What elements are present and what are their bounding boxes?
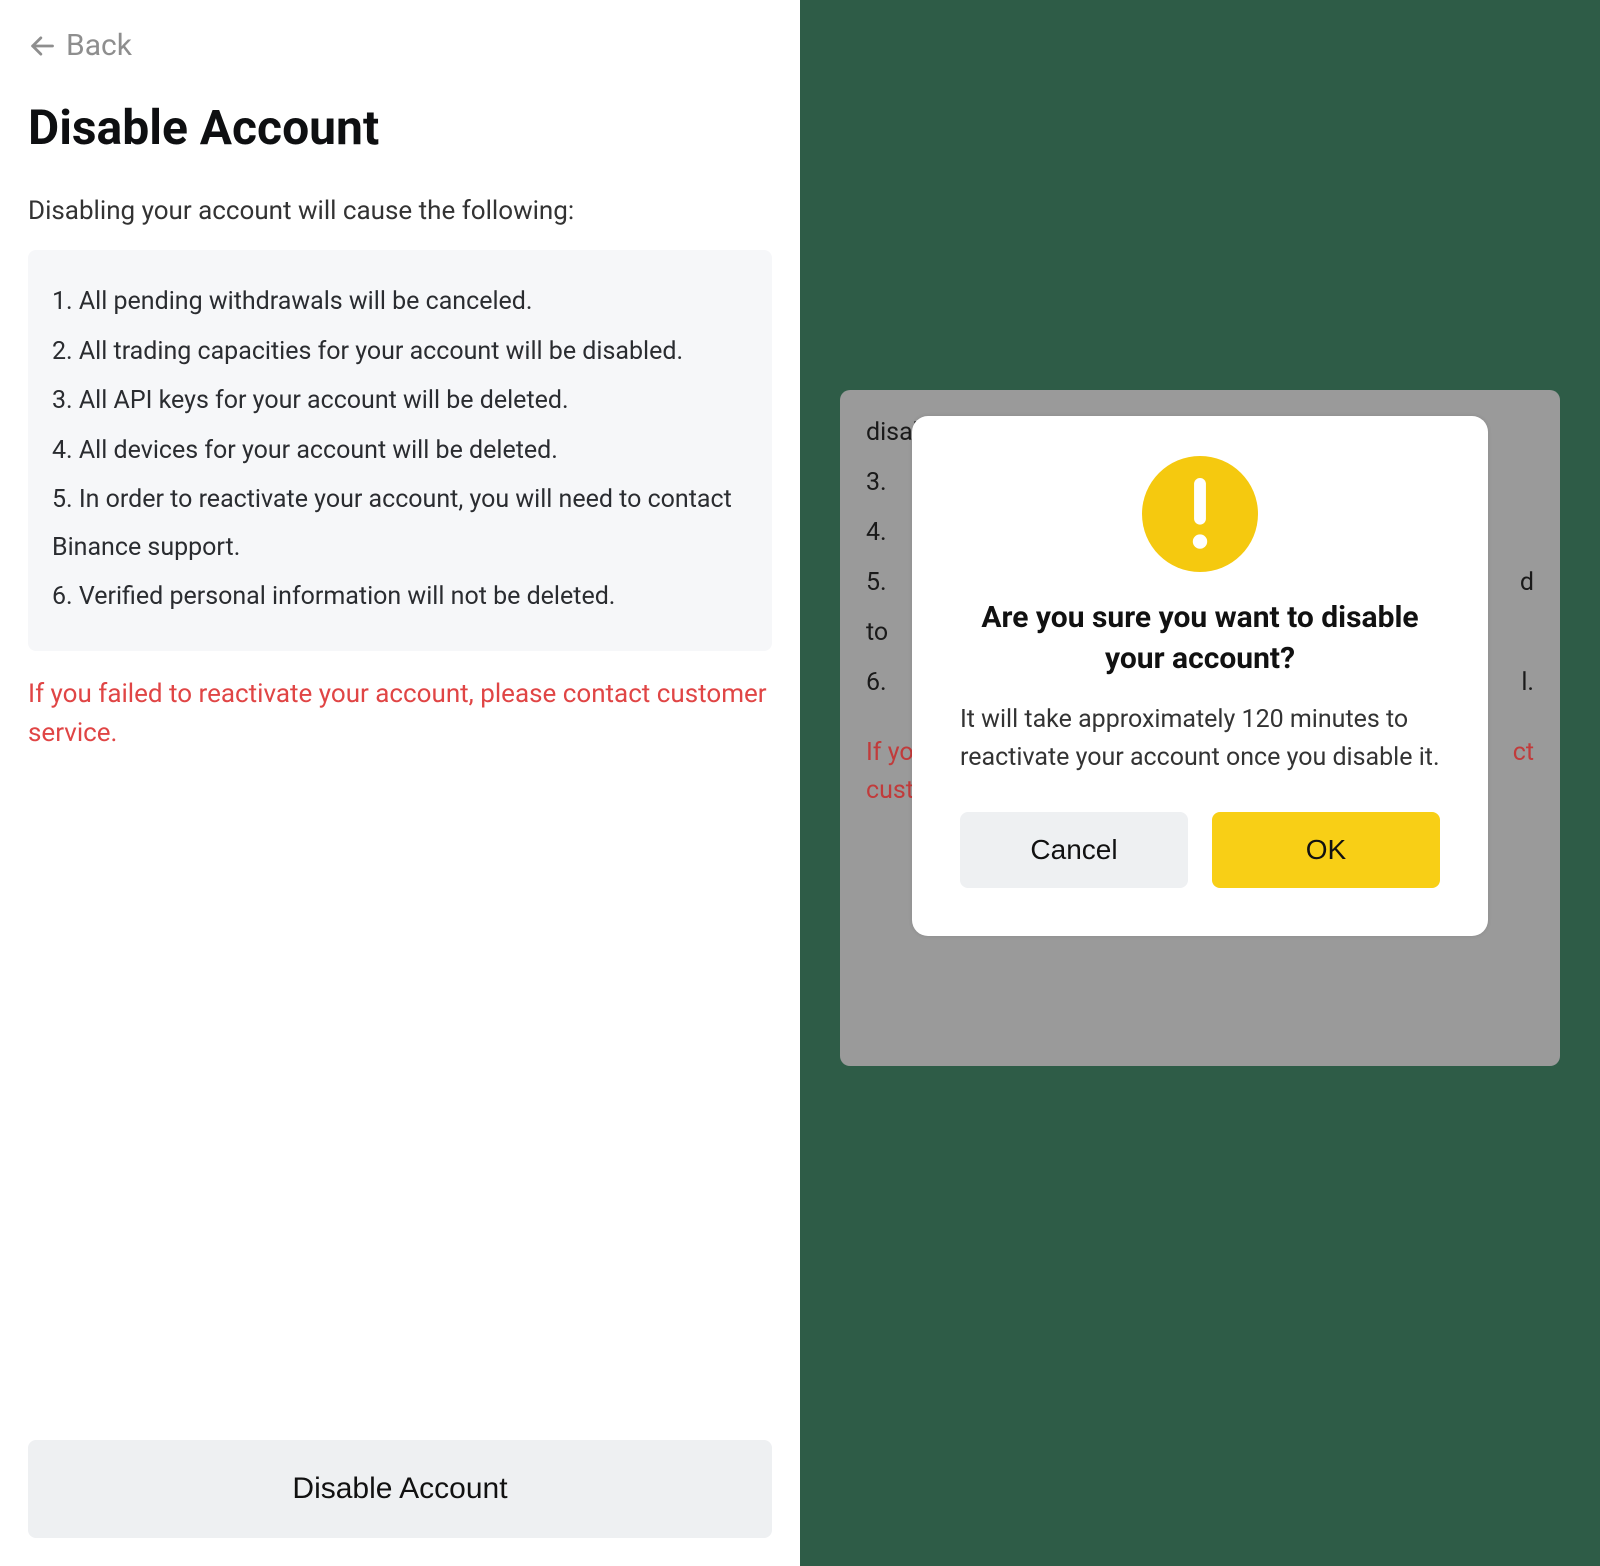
modal-actions: Cancel OK: [960, 812, 1440, 888]
disable-account-button[interactable]: Disable Account: [28, 1440, 772, 1538]
list-item: 5. In order to reactivate your account, …: [52, 476, 748, 571]
behind-text: d: [1520, 558, 1534, 608]
list-item: 3. All API keys for your account will be…: [52, 377, 748, 425]
back-button[interactable]: Back: [28, 28, 132, 63]
modal-title: Are you sure you want to disable your ac…: [960, 598, 1440, 679]
behind-text: 6.: [866, 658, 887, 708]
consequences-box: 1. All pending withdrawals will be cance…: [28, 250, 772, 651]
ok-button[interactable]: OK: [1212, 812, 1440, 888]
disable-account-screen: Back Disable Account Disabling your acco…: [0, 0, 800, 1566]
behind-text: 5.: [866, 558, 887, 608]
behind-text: ct: [1513, 734, 1534, 772]
list-item: 1. All pending withdrawals will be cance…: [52, 278, 748, 326]
behind-text: l.: [1521, 658, 1534, 708]
list-item: 2. All trading capacities for your accou…: [52, 328, 748, 376]
modal-body: It will take approximately 120 minutes t…: [960, 701, 1440, 776]
list-item: 4. All devices for your account will be …: [52, 427, 748, 475]
back-label: Back: [66, 28, 132, 63]
arrow-left-icon: [28, 32, 56, 60]
lead-text: Disabling your account will cause the fo…: [28, 196, 772, 226]
cancel-button[interactable]: Cancel: [960, 812, 1188, 888]
confirm-modal: Are you sure you want to disable your ac…: [912, 416, 1488, 936]
list-item: 6. Verified personal information will no…: [52, 573, 748, 621]
warning-text: If you failed to reactivate your account…: [28, 675, 772, 753]
alert-icon: [1142, 456, 1258, 572]
confirmation-preview: disabled. 3. 4. 5. d to 6. l. If you ct …: [800, 0, 1600, 1566]
page-title: Disable Account: [28, 99, 772, 156]
